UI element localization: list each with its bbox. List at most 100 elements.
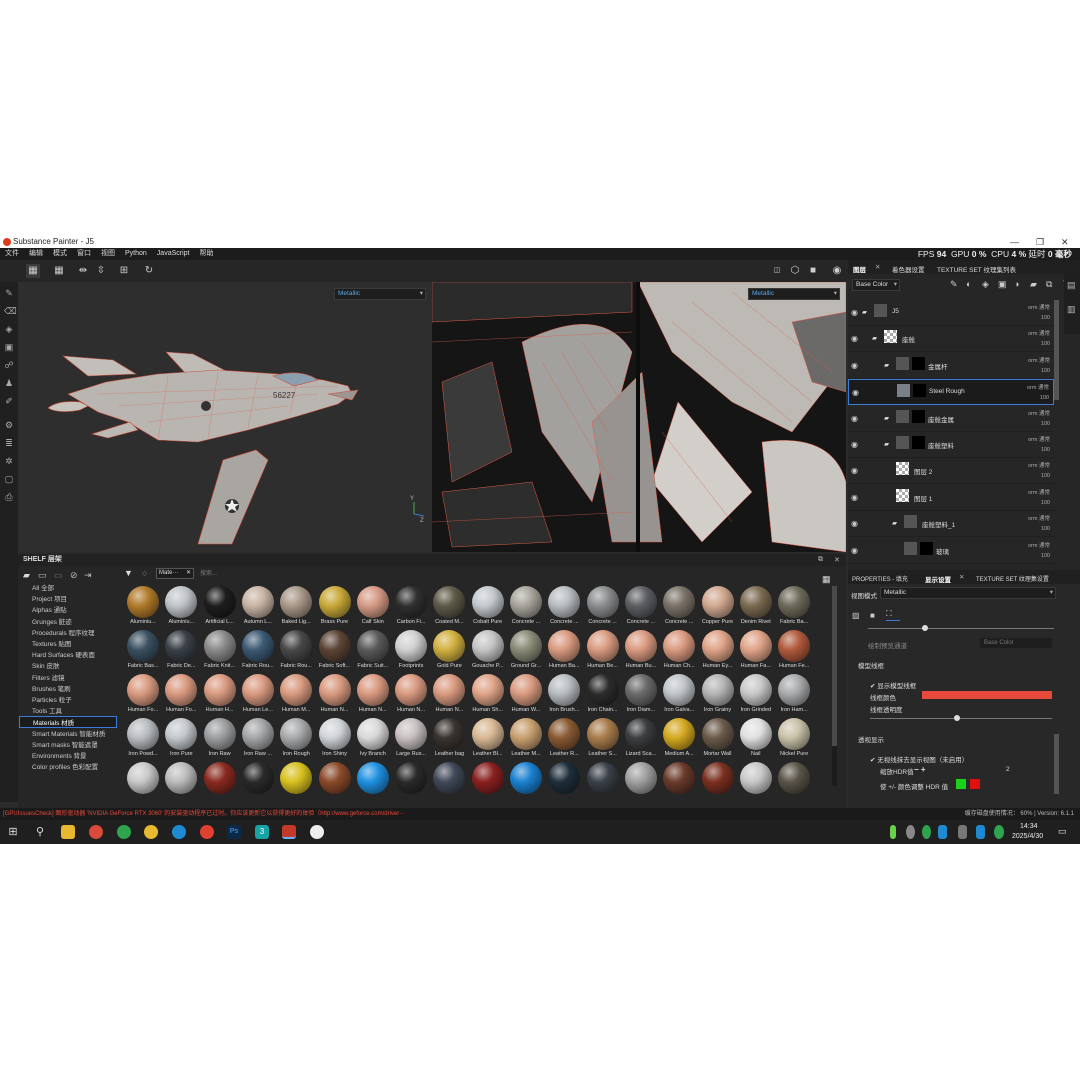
material-thumbnail[interactable] (162, 760, 200, 804)
layer-blend-opacity[interactable]: orm 通常 100 (1027, 383, 1049, 403)
layer-mask-thumbnail[interactable] (920, 541, 933, 555)
shelf-category-item[interactable]: Brushes 笔刷 (32, 683, 71, 693)
material-thumbnail[interactable] (316, 760, 354, 804)
image-icon[interactable]: ▨ (852, 611, 860, 620)
layer-opacity[interactable]: 100 (1028, 419, 1050, 429)
file-explorer-icon[interactable] (61, 825, 75, 839)
material-thumbnail[interactable] (584, 760, 622, 804)
layer-row[interactable]: ◉ ▰ 座舱 orm 通常 100 (848, 326, 1054, 353)
layer-channel-select[interactable]: Base Color (852, 279, 900, 291)
cube-icon[interactable]: ⬡ (788, 264, 802, 278)
shelf-category-item[interactable]: Alphas 通贴 (32, 604, 67, 614)
material-thumbnail[interactable]: Artificial L... (201, 584, 239, 628)
layer-row[interactable]: ◉ 玻璃 orm 通常 100 (848, 538, 1054, 564)
material-thumbnail[interactable]: Coated M... (430, 584, 468, 628)
close-icon[interactable]: ✕ (1061, 236, 1069, 248)
circle-filter-icon[interactable]: ○ (142, 568, 147, 578)
layers-scrollbar[interactable] (1054, 300, 1059, 400)
layer-opacity[interactable]: 100 (1028, 498, 1050, 508)
fill-layer-icon[interactable]: ▣ (998, 279, 1007, 290)
layer-blend-opacity[interactable]: orm 通常 100 (1028, 409, 1050, 429)
wire-opacity-slider[interactable] (870, 718, 1052, 719)
visibility-eye-icon[interactable]: ◉ (851, 414, 858, 423)
visibility-eye-icon[interactable]: ◉ (851, 546, 858, 555)
top-slider-handle[interactable] (922, 625, 928, 631)
wechat-tray-icon[interactable] (922, 825, 931, 839)
material-thumbnail[interactable] (201, 760, 239, 804)
material-thumbnail[interactable]: Human N... (392, 672, 430, 716)
tab-shader-settings[interactable]: 着色器设置 (892, 264, 925, 274)
add-effect-icon[interactable]: ✎ (950, 279, 958, 290)
material-thumbnail[interactable]: Ivy Branch (354, 716, 392, 760)
material-thumbnail[interactable]: Human N... (354, 672, 392, 716)
grid-view-icon[interactable]: ▦ (26, 264, 40, 278)
layer-blend-mode[interactable]: orm 通常 (1028, 514, 1050, 524)
shelf-category-item[interactable]: Particles 粒子 (32, 694, 72, 704)
filter-chip[interactable]: Mate··· ✕ (156, 568, 194, 579)
material-thumbnail[interactable]: Iron Shiny (316, 716, 354, 760)
menu-python[interactable]: Python (120, 248, 152, 260)
projection-icon[interactable]: ◈ (4, 324, 14, 334)
layer-blend-mode[interactable]: orm 通常 (1028, 356, 1050, 366)
material-thumbnail[interactable]: Carbon Fi... (392, 584, 430, 628)
shelf-search-input[interactable] (200, 568, 400, 579)
shelf-category-item[interactable]: Procedurals 程序纹理 (32, 627, 95, 637)
material-thumbnail[interactable]: Calf Skin (354, 584, 392, 628)
material-thumbnail[interactable]: Human Fo... (124, 672, 162, 716)
material-thumbnail[interactable]: Human Fo... (162, 672, 200, 716)
tab-display-close-icon[interactable]: ✕ (959, 573, 964, 581)
import-icon[interactable]: ⇥ (84, 570, 92, 581)
material-thumbnail[interactable]: Iron Galva... (660, 672, 698, 716)
visibility-eye-icon[interactable]: ◉ (851, 334, 858, 343)
layer-blend-mode[interactable]: orm 通常 (1027, 383, 1049, 393)
preview-channel-field[interactable]: Base Color (980, 638, 1052, 648)
material-thumbnail[interactable]: Human Bu... (622, 628, 660, 672)
history-icon[interactable]: ↻ (142, 264, 156, 278)
material-thumbnail[interactable]: Iron Pure (162, 716, 200, 760)
tab-texture-set-settings[interactable]: TEXTURE SET 纹理集设置 (976, 574, 1049, 583)
shelf-category-item[interactable]: Hard Surfaces 硬表面 (32, 649, 95, 659)
shelf-category-item[interactable]: Skin 皮肤 (32, 660, 59, 670)
tab-properties[interactable]: PROPERTIES - 填充 (852, 574, 908, 583)
material-thumbnail[interactable]: Large Rus... (392, 716, 430, 760)
add-icon[interactable]: ⊞ (117, 264, 131, 278)
chrome-alt-icon[interactable] (144, 825, 158, 839)
tray-app-icon[interactable] (906, 825, 915, 839)
shelf-category-item[interactable]: All 全部 (32, 582, 54, 592)
shelf-close-icon[interactable]: ✕ (834, 556, 840, 564)
photoshop-icon[interactable]: ▢ (4, 474, 14, 484)
viewport-3d[interactable]: Metallic 56227 YZ (18, 282, 432, 552)
layer-blend-mode[interactable]: orm 通常 (1028, 488, 1050, 498)
material-thumbnail[interactable]: Copper Pure (699, 584, 737, 628)
menu-mode[interactable]: 模式 (48, 248, 72, 260)
material-thumbnail[interactable] (507, 760, 545, 804)
smudge-icon[interactable]: ☍ (4, 360, 14, 370)
material-thumbnail[interactable] (392, 760, 430, 804)
layer-mask-thumbnail[interactable] (913, 384, 926, 398)
camera-icon[interactable]: ■ (806, 264, 820, 278)
shelf-float-icon[interactable]: ⧉ (818, 556, 823, 564)
material-thumbnail[interactable]: Human Be... (584, 628, 622, 672)
material-thumbnail[interactable]: Concrete ... (584, 584, 622, 628)
shelf-category-item[interactable]: Color profiles 色彩配置 (32, 761, 98, 771)
paint-layer-icon[interactable]: ◑ (1014, 279, 1019, 289)
material-thumbnail[interactable] (737, 760, 775, 804)
shelf-category-item[interactable]: Environments 背景 (32, 750, 87, 760)
wire-opacity-handle[interactable] (954, 715, 960, 721)
shelf-category-item[interactable]: Smart Materials 智能材质 (32, 728, 105, 738)
chip-close-icon[interactable]: ✕ (186, 569, 191, 578)
shelf-scrollbar[interactable] (832, 586, 837, 786)
layer-blend-mode[interactable]: orm 通常 (1028, 461, 1050, 471)
material-thumbnail[interactable]: Ground Gr... (507, 628, 545, 672)
hide-icon[interactable]: ⊘ (70, 570, 78, 581)
restore-icon[interactable]: ❐ (1036, 236, 1044, 248)
material-thumbnail[interactable]: Denim Rivet (737, 584, 775, 628)
material-thumbnail[interactable]: Fabric Knit... (201, 628, 239, 672)
menu-view[interactable]: 视图 (96, 248, 120, 260)
visibility-eye-icon[interactable]: ◉ (851, 466, 858, 475)
material-thumbnail[interactable] (277, 760, 315, 804)
camera-settings-icon[interactable]: ■ (870, 611, 875, 620)
layer-blend-opacity[interactable]: orm 通常 100 (1028, 356, 1050, 376)
new-shelf-icon[interactable]: ▭ (38, 570, 47, 581)
material-thumbnail[interactable]: Nail (737, 716, 775, 760)
